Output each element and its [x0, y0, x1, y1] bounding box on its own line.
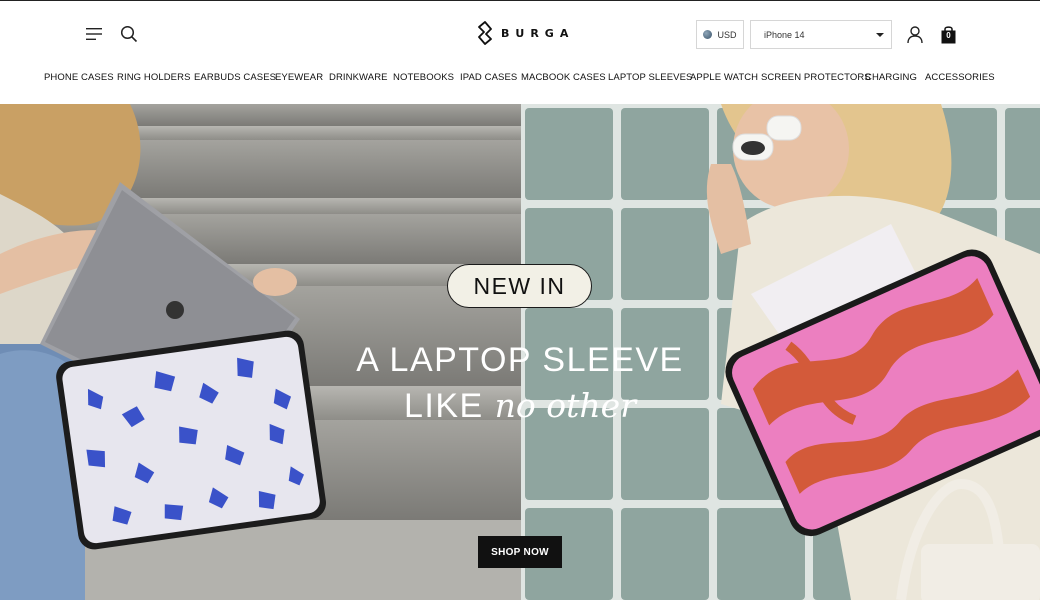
site-header: BURGA USD iPhone 14 0 PHONE CASES RING H… — [0, 1, 1040, 104]
nav-item-laptop-sleeves[interactable]: LAPTOP SLEEVES — [608, 72, 692, 83]
currency-label: USD — [717, 29, 737, 40]
nav-item-ipad-cases[interactable]: IPAD CASES — [460, 72, 517, 83]
nav-item-phone-cases[interactable]: PHONE CASES — [44, 72, 114, 83]
nav-item-notebooks[interactable]: NOTEBOOKS — [393, 72, 454, 83]
device-select[interactable]: iPhone 14 — [750, 20, 892, 49]
cart-count: 0 — [946, 31, 951, 40]
main-nav: PHONE CASES RING HOLDERS EARBUDS CASES E… — [0, 72, 1040, 88]
device-select-value: iPhone 14 — [764, 29, 805, 40]
hero-headline-line1: A LAPTOP SLEEVE — [356, 341, 684, 379]
nav-item-drinkware[interactable]: DRINKWARE — [329, 72, 388, 83]
new-in-badge: NEW IN — [447, 264, 592, 308]
nav-item-macbook-cases[interactable]: MACBOOK CASES — [521, 72, 606, 83]
nav-item-ring-holders[interactable]: RING HOLDERS — [117, 72, 191, 83]
cart-button[interactable]: 0 — [940, 25, 957, 44]
globe-icon — [703, 30, 713, 39]
currency-selector[interactable]: USD — [696, 20, 744, 49]
shop-now-button[interactable]: SHOP NOW — [478, 536, 562, 568]
hero-headline-prefix: LIKE — [404, 387, 484, 425]
brand-name: BURGA — [501, 26, 575, 40]
hero-headline-line2: LIKE no other — [320, 386, 720, 426]
hero-headline-italic: no other — [494, 386, 636, 425]
brand-logo[interactable]: BURGA — [477, 21, 574, 45]
nav-item-earbuds-cases[interactable]: EARBUDS CASES — [194, 72, 276, 83]
hero-banner[interactable]: NEW IN A LAPTOP SLEEVE LIKE no other SHO… — [0, 104, 1040, 600]
search-icon[interactable] — [120, 25, 138, 43]
nav-item-charging[interactable]: CHARGING — [865, 72, 917, 83]
nav-item-screen-protectors[interactable]: SCREEN PROTECTORS — [761, 72, 871, 83]
nav-item-apple-watch[interactable]: APPLE WATCH — [690, 72, 758, 83]
logo-mark-icon — [478, 21, 492, 45]
account-icon[interactable] — [907, 26, 923, 44]
chevron-down-icon — [876, 33, 884, 37]
nav-item-accessories[interactable]: ACCESSORIES — [925, 72, 995, 83]
nav-item-eyewear[interactable]: EYEWEAR — [275, 72, 323, 83]
menu-icon[interactable] — [86, 27, 102, 41]
